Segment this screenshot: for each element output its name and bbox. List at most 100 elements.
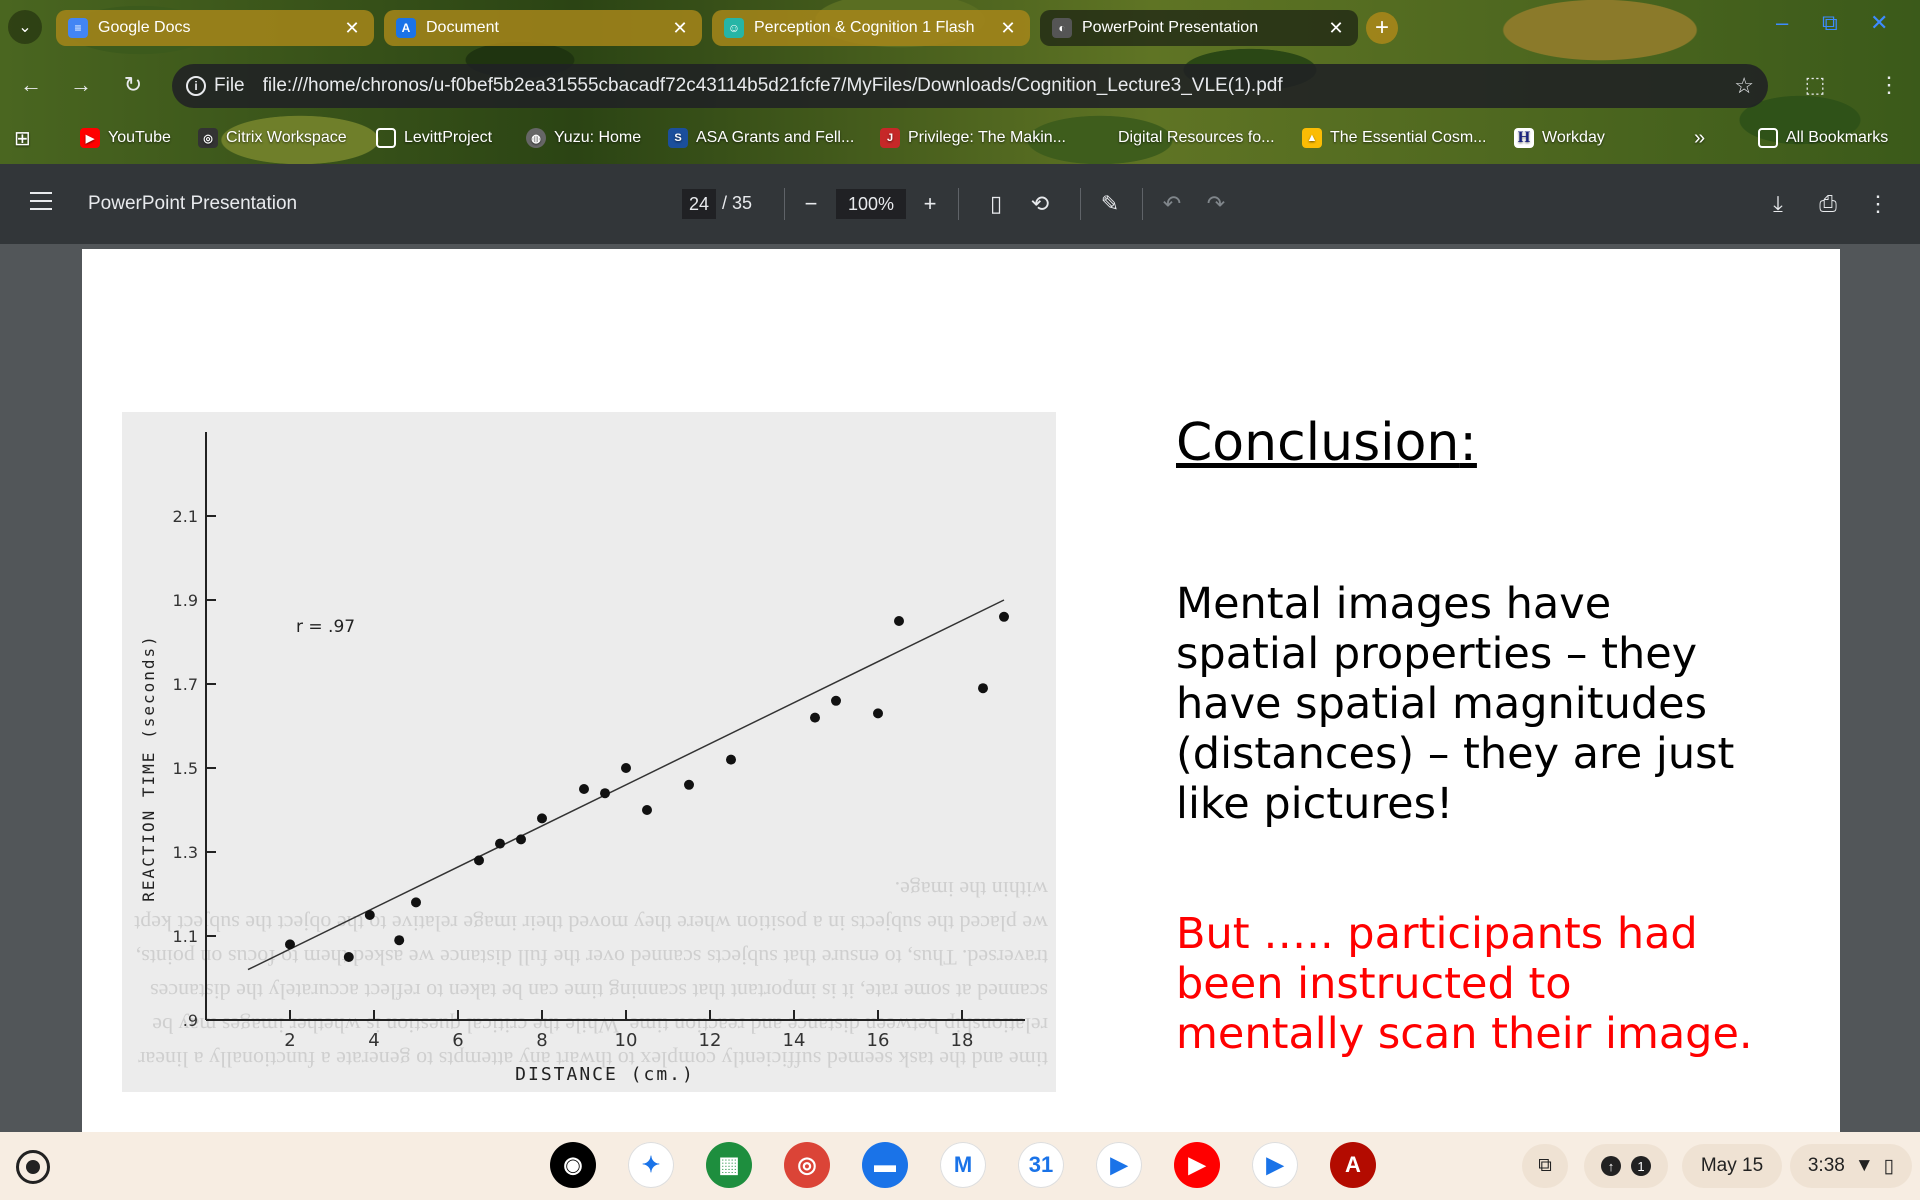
- data-point: [810, 712, 820, 723]
- correlation-annotation: r = .97: [296, 617, 355, 637]
- data-point: [978, 683, 988, 694]
- double-chevron-right-icon: »: [1694, 126, 1706, 149]
- rotate-icon[interactable]: ⟲: [1026, 190, 1054, 218]
- youtube-icon: ▶: [80, 128, 100, 148]
- zoom-in-icon[interactable]: +: [916, 190, 944, 218]
- scheme-label: File: [214, 75, 245, 96]
- files-app[interactable]: ▬: [862, 1142, 908, 1188]
- data-point: [411, 897, 421, 908]
- apps-grid-icon: ⊞: [14, 127, 31, 150]
- meet-app[interactable]: ▶: [1096, 1142, 1142, 1188]
- bookmark-essential-cosm[interactable]: ▲ The Essential Cosm...: [1302, 124, 1487, 152]
- acrobat-app[interactable]: A: [1330, 1142, 1376, 1188]
- print-icon[interactable]: ⎙: [1814, 190, 1842, 218]
- download-icon[interactable]: ⤓: [1764, 190, 1792, 218]
- back-arrow-icon[interactable]: ←: [16, 70, 46, 100]
- x-axis-label: DISTANCE (cm.): [515, 1064, 695, 1085]
- forward-arrow-icon[interactable]: →: [66, 70, 96, 100]
- zoom-out-icon[interactable]: −: [797, 190, 825, 218]
- pdf-toolbar: PowerPoint Presentation 24 / 35 − 100% +…: [0, 164, 1920, 244]
- notification-tray[interactable]: ↑ 1: [1584, 1144, 1668, 1188]
- tab-google-docs[interactable]: ≡ Google Docs ✕: [56, 10, 374, 46]
- app-launcher-grid[interactable]: ▦: [706, 1142, 752, 1188]
- data-point: [364, 910, 375, 920]
- hamburger-menu-icon[interactable]: [30, 192, 52, 210]
- bookmark-star-icon[interactable]: ☆: [1734, 73, 1754, 99]
- bookmark-privilege[interactable]: J Privilege: The Makin...: [880, 124, 1066, 152]
- tab-flashcards[interactable]: ☺ Perception & Cognition 1 Flash ✕: [712, 10, 1030, 46]
- fit-page-icon[interactable]: ▯: [982, 190, 1010, 218]
- document-title: PowerPoint Presentation: [88, 193, 298, 214]
- bookmark-youtube[interactable]: ▶ YouTube: [80, 124, 171, 152]
- tab-search-button[interactable]: ⌄: [8, 10, 42, 44]
- tab-document[interactable]: A Document ✕: [384, 10, 702, 46]
- close-window-icon[interactable]: ✕: [1870, 10, 1888, 36]
- undo-icon[interactable]: ↶: [1158, 190, 1186, 218]
- extensions-icon[interactable]: ⬚: [1800, 70, 1830, 100]
- info-icon[interactable]: i: [186, 76, 206, 96]
- bookmark-label: Yuzu: Home: [554, 129, 642, 146]
- url-text[interactable]: file:///home/chronos/u-f0bef5b2ea31555cb…: [263, 75, 1725, 97]
- screenshot-icon[interactable]: ⧉: [1522, 1144, 1568, 1188]
- status-tray[interactable]: 3:38 ▼ ▯: [1790, 1144, 1912, 1188]
- y-tick-label: .9: [183, 1011, 198, 1030]
- regression-line: [247, 599, 1005, 971]
- close-icon[interactable]: ✕: [998, 18, 1018, 39]
- x-tick-label: 6: [452, 1030, 463, 1051]
- bookmark-label: Digital Resources fo...: [1118, 129, 1275, 146]
- bookmark-citrix[interactable]: ◎ Citrix Workspace: [198, 124, 347, 152]
- browser-menu-icon[interactable]: ⋮: [1874, 70, 1904, 100]
- new-tab-button[interactable]: +: [1366, 12, 1398, 44]
- gmail-app[interactable]: M: [940, 1142, 986, 1188]
- all-bookmarks-label: All Bookmarks: [1786, 129, 1889, 146]
- youtube-app[interactable]: ▶: [1174, 1142, 1220, 1188]
- bookmark-digital-resources[interactable]: Digital Resources fo...: [1090, 124, 1275, 152]
- toolbar-divider: [958, 188, 959, 220]
- citrix-icon: ◎: [198, 128, 218, 148]
- pdf-viewer[interactable]: time and the task seemed sufficiently co…: [0, 244, 1920, 1132]
- asa-icon: S: [668, 128, 688, 148]
- close-icon[interactable]: ✕: [342, 18, 362, 39]
- bookmark-yuzu[interactable]: ◍ Yuzu: Home: [526, 124, 641, 152]
- bookmark-levittproject[interactable]: LevittProject: [376, 124, 492, 152]
- bookmark-label: YouTube: [108, 129, 171, 146]
- data-point: [474, 855, 484, 866]
- minimize-icon[interactable]: –: [1776, 10, 1788, 36]
- data-point: [537, 813, 547, 824]
- date-label: May 15: [1700, 1155, 1764, 1176]
- more-bookmarks-button[interactable]: »: [1694, 124, 1705, 152]
- x-tick-label: 14: [783, 1030, 806, 1051]
- toolbar-divider: [1142, 188, 1143, 220]
- redo-icon[interactable]: ↷: [1202, 190, 1230, 218]
- address-bar[interactable]: i File file:///home/chronos/u-f0bef5b2ea…: [172, 64, 1768, 108]
- calendar-app[interactable]: 31: [1018, 1142, 1064, 1188]
- apps-grid-shortcut[interactable]: ⊞: [14, 124, 31, 152]
- bookmark-asa-grants[interactable]: S ASA Grants and Fell...: [668, 124, 854, 152]
- all-bookmarks-button[interactable]: All Bookmarks: [1758, 124, 1888, 152]
- play-store-app[interactable]: ▶: [1252, 1142, 1298, 1188]
- data-point: [894, 616, 904, 626]
- restore-icon[interactable]: ⧉: [1822, 10, 1838, 36]
- data-point: [831, 695, 841, 706]
- bookmark-workday[interactable]: H Workday: [1514, 124, 1605, 152]
- tab-powerpoint-presentation[interactable]: ◐ PowerPoint Presentation ✕: [1040, 10, 1358, 46]
- page-number-input[interactable]: 24: [682, 189, 716, 219]
- workday-icon: H: [1514, 128, 1534, 148]
- x-tick-label: 12: [699, 1030, 722, 1051]
- podcasts-app[interactable]: ◉: [550, 1142, 596, 1188]
- y-tick-label: 1.3: [173, 843, 198, 862]
- close-icon[interactable]: ✕: [670, 18, 690, 39]
- date-tray[interactable]: May 15: [1682, 1144, 1782, 1188]
- chrome-app[interactable]: ◎: [784, 1142, 830, 1188]
- system-shelf: ◉ ✦ ▦ ◎ ▬ M 31 ▶ ▶ ▶ A ⧉ ↑ 1 May 15 3:38 ▼ ▯: [0, 1132, 1920, 1200]
- zoom-input[interactable]: 100%: [836, 189, 906, 219]
- y-axis-label: REACTION TIME (seconds): [139, 634, 158, 902]
- annotate-pen-icon[interactable]: ✎: [1096, 190, 1124, 218]
- launcher-button[interactable]: [16, 1150, 50, 1184]
- pdf-tab-icon: ◐: [1052, 18, 1072, 38]
- total-pages: / 35: [722, 193, 753, 213]
- close-icon[interactable]: ✕: [1326, 18, 1346, 39]
- gemini-app[interactable]: ✦: [628, 1142, 674, 1188]
- reload-icon[interactable]: ↻: [118, 70, 148, 100]
- more-options-icon[interactable]: ⋮: [1864, 190, 1892, 218]
